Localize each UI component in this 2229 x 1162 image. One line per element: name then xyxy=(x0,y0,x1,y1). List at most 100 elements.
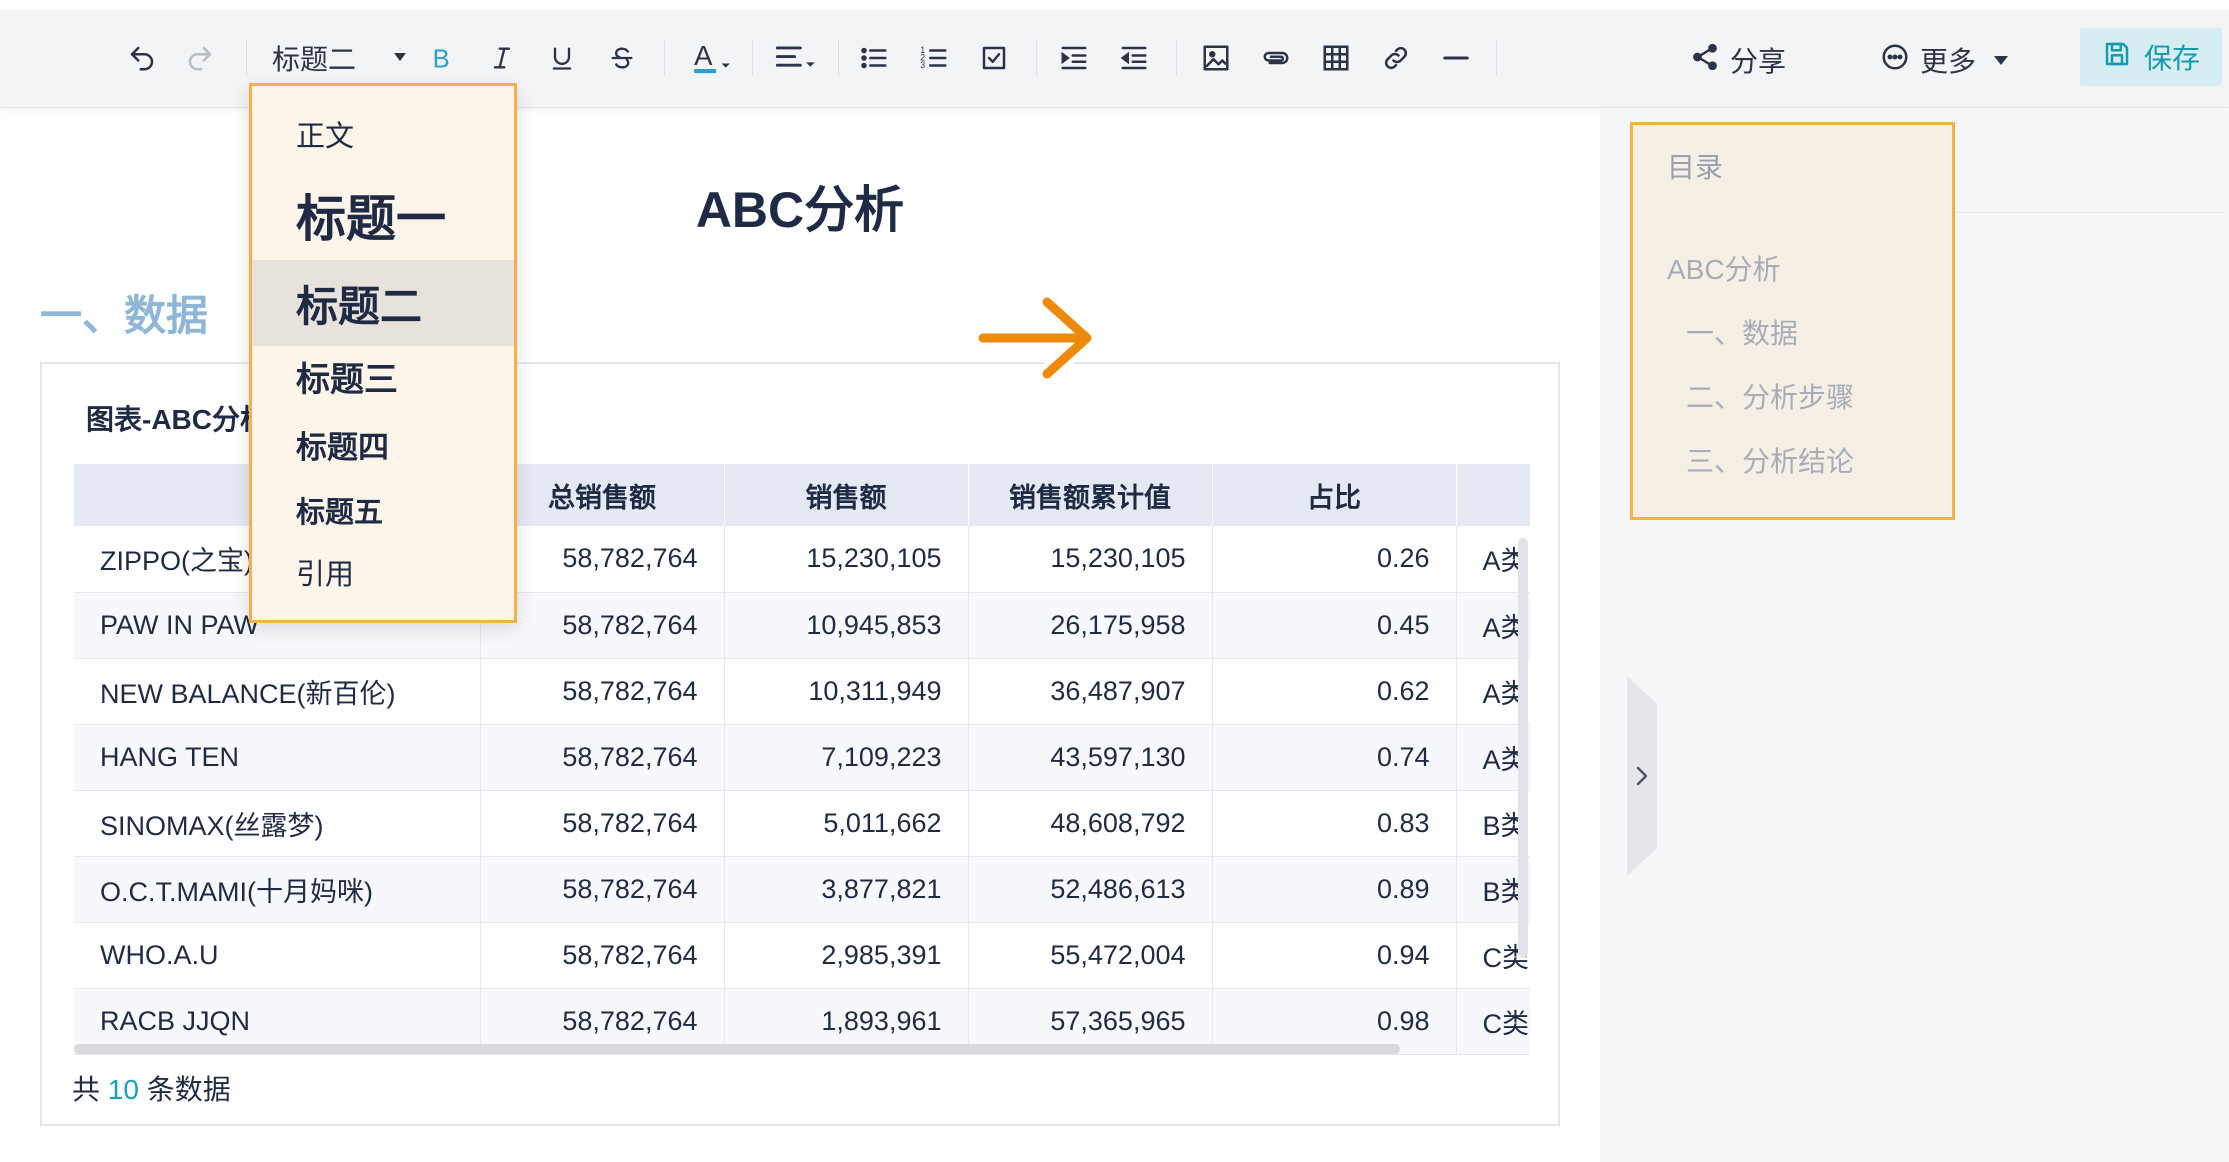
style-option-quote[interactable]: 引用 xyxy=(252,544,514,600)
column-header[interactable]: 销售额累计值 xyxy=(968,464,1213,526)
footer-suffix: 条数据 xyxy=(146,1074,231,1105)
footer-prefix: 共 xyxy=(72,1074,101,1105)
link-icon[interactable] xyxy=(1378,38,1414,78)
underline-icon[interactable] xyxy=(544,38,580,78)
paragraph-style-dropdown: 正文 标题一 标题二 标题三 标题四 标题五 引用 xyxy=(249,83,517,623)
table-row[interactable]: O.C.T.MAMI(十月妈咪) 58,782,764 3,877,821 52… xyxy=(74,856,1530,923)
table-cell: 10,945,853 xyxy=(724,592,969,659)
table-cell: 26,175,958 xyxy=(968,592,1213,659)
redo-icon[interactable] xyxy=(182,38,218,78)
table-cell: 52,486,613 xyxy=(968,856,1213,923)
table-cell: O.C.T.MAMI(十月妈咪) xyxy=(74,856,481,923)
table-cell: WHO.A.U xyxy=(74,922,481,989)
style-option-heading1[interactable]: 标题一 xyxy=(252,172,514,258)
table-cell: 3,877,821 xyxy=(724,856,969,923)
table-cell: 58,782,764 xyxy=(480,658,725,725)
toolbar-divider xyxy=(246,40,247,76)
more-icon xyxy=(1880,42,1910,79)
arrow-right-icon xyxy=(975,292,1097,384)
font-color-icon[interactable]: A xyxy=(688,38,736,78)
document-title[interactable]: ABC分析 xyxy=(0,170,1600,242)
toolbar-divider xyxy=(1036,40,1037,76)
table-cell: 2,985,391 xyxy=(724,922,969,989)
table-cell: 0.94 xyxy=(1212,922,1457,989)
table-cell: HANG TEN xyxy=(74,724,481,791)
attachment-icon[interactable] xyxy=(1258,38,1294,78)
table-cell: 0.89 xyxy=(1212,856,1457,923)
table-cell: 0.83 xyxy=(1212,790,1457,857)
align-icon[interactable] xyxy=(770,38,822,78)
horizontal-rule-icon[interactable] xyxy=(1438,38,1474,78)
toolbar-divider xyxy=(752,40,753,76)
paragraph-style-select[interactable]: 标题二 xyxy=(272,38,412,78)
share-label: 分享 xyxy=(1730,46,1787,77)
strikethrough-icon[interactable] xyxy=(604,38,640,78)
save-icon xyxy=(2102,39,2132,76)
style-option-heading4[interactable]: 标题四 xyxy=(252,416,514,472)
toc-item[interactable]: ABC分析 xyxy=(1667,248,1781,288)
table-cell: 0.45 xyxy=(1212,592,1457,659)
svg-text:B: B xyxy=(433,45,450,73)
style-option-heading3[interactable]: 标题三 xyxy=(252,348,514,404)
svg-text:A: A xyxy=(694,40,713,71)
more-label: 更多 xyxy=(1920,46,1977,77)
svg-text:3: 3 xyxy=(920,60,925,70)
horizontal-scrollbar[interactable] xyxy=(74,1044,1400,1054)
table-cell: 5,011,662 xyxy=(724,790,969,857)
top-strip xyxy=(0,0,2229,10)
checkbox-icon[interactable] xyxy=(976,38,1012,78)
toc-item[interactable]: 三、分析结论 xyxy=(1686,440,1854,480)
panel-collapse-toggle[interactable] xyxy=(1625,676,1659,876)
column-header[interactable]: 占比 xyxy=(1212,464,1457,526)
toolbar-divider xyxy=(664,40,665,76)
table-icon[interactable] xyxy=(1318,38,1354,78)
italic-icon[interactable] xyxy=(484,38,520,78)
row-count: 10 xyxy=(107,1074,139,1105)
style-select-value: 标题二 xyxy=(272,44,357,75)
save-button[interactable]: 保存 xyxy=(2080,28,2222,86)
style-option-heading5[interactable]: 标题五 xyxy=(252,484,514,536)
toc-title: 目录 xyxy=(1667,152,1724,183)
bullet-list-icon[interactable] xyxy=(856,38,892,78)
image-icon[interactable] xyxy=(1198,38,1234,78)
share-button[interactable]: 分享 xyxy=(1690,40,1786,80)
table-cell: NEW BALANCE(新百伦) xyxy=(74,658,481,725)
style-option-heading2[interactable]: 标题二 xyxy=(252,260,514,346)
column-header[interactable] xyxy=(1456,464,1530,526)
table-cell: 0.26 xyxy=(1212,526,1457,593)
table-cell: 58,782,764 xyxy=(480,856,725,923)
table-cell: 58,782,764 xyxy=(480,922,725,989)
indent-icon[interactable] xyxy=(1056,38,1092,78)
chevron-down-icon xyxy=(394,53,406,61)
caret-down-icon xyxy=(1994,55,2009,65)
table-cell: 10,311,949 xyxy=(724,658,969,725)
table-cell: 0.62 xyxy=(1212,658,1457,725)
table-footer: 共 10 条数据 xyxy=(72,1068,231,1108)
style-option-body[interactable]: 正文 xyxy=(252,106,514,162)
toc-item[interactable]: 二、分析步骤 xyxy=(1686,376,1854,416)
table-cell: 58,782,764 xyxy=(480,790,725,857)
table-cell: 58,782,764 xyxy=(480,724,725,791)
table-row[interactable]: HANG TEN 58,782,764 7,109,223 43,597,130… xyxy=(74,724,1530,791)
table-cell: C类 xyxy=(1456,988,1530,1055)
undo-icon[interactable] xyxy=(124,38,160,78)
table-cell: 36,487,907 xyxy=(968,658,1213,725)
table-row[interactable]: WHO.A.U 58,782,764 2,985,391 55,472,004 … xyxy=(74,922,1530,989)
table-row[interactable]: SINOMAX(丝露梦) 58,782,764 5,011,662 48,608… xyxy=(74,790,1530,857)
vertical-scrollbar[interactable] xyxy=(1518,538,1528,958)
bold-icon[interactable]: B xyxy=(424,38,460,78)
ordered-list-icon[interactable]: 123 xyxy=(916,38,952,78)
heading-data[interactable]: 一、数据 xyxy=(40,282,208,343)
outdent-icon[interactable] xyxy=(1116,38,1152,78)
toolbar-divider xyxy=(838,40,839,76)
table-cell: 7,109,223 xyxy=(724,724,969,791)
table-cell: 43,597,130 xyxy=(968,724,1213,791)
column-header[interactable]: 销售额 xyxy=(724,464,969,526)
toc-item[interactable]: 一、数据 xyxy=(1686,312,1798,352)
more-button[interactable]: 更多 xyxy=(1880,40,2009,80)
table-cell: 15,230,105 xyxy=(724,526,969,593)
save-label: 保存 xyxy=(2143,43,2200,74)
table-cell: 55,472,004 xyxy=(968,922,1213,989)
table-row[interactable]: NEW BALANCE(新百伦) 58,782,764 10,311,949 3… xyxy=(74,658,1530,725)
table-cell: SINOMAX(丝露梦) xyxy=(74,790,481,857)
